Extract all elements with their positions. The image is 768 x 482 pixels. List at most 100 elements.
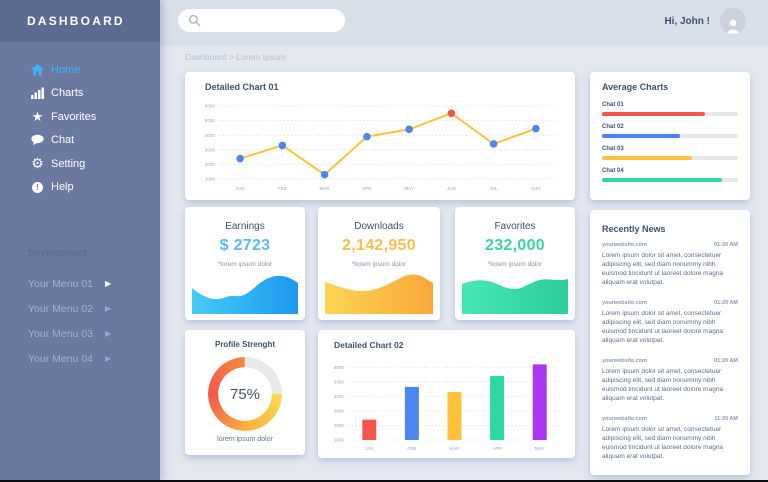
sidebar-nav: Home Charts ★ Favorites Chat ⚙ Setting [0,58,160,199]
news-item[interactable]: yourwebsite.com 01:20 AM Lorem ipsum dol… [602,300,738,345]
sidebar-dev-menu: Your Menu 01 ▶ Your Menu 02 ▶ Your Menu … [0,271,160,371]
sidebar-item-chat[interactable]: Chat [0,129,160,153]
chart-title: Detailed Chart 02 [334,340,403,350]
progress-fill [602,112,705,116]
news-meta: yourwebsite.com 01:20 AM [602,242,738,248]
news-item[interactable]: yourwebsite.com 01:20 AM Lorem ipsum dol… [602,242,738,287]
svg-text:3000: 3000 [334,409,345,414]
user-greeting: Hi, John ! [664,16,710,27]
stat-value: 2,142,950 [318,237,440,255]
chevron-right-icon: ▶ [105,354,111,363]
search-input[interactable] [178,9,345,32]
stat-value: 232,000 [455,237,575,255]
svg-text:APR: APR [492,446,502,451]
home-icon [30,62,45,77]
progress-label: Chat 04 [602,168,738,174]
sidebar-item-favorites[interactable]: ★ Favorites [0,105,160,129]
news-source: yourwebsite.com [602,242,647,248]
progress-group: Chat 03 [602,146,738,160]
svg-text:MAY: MAY [535,446,545,451]
profile-strength-card: Profile Strenght 75% lorem ipsum dolor [185,330,305,455]
stat-value: $ 2723 [185,237,305,255]
news-time: 11:20 AM [714,416,738,422]
app-title: DASHBOARD [27,14,125,28]
news-time: 01:20 AM [714,358,738,364]
sidebar-item-home[interactable]: Home [0,58,160,82]
progress-label: Chat 01 [602,102,738,108]
svg-text:JAN: JAN [236,186,245,191]
dashboard-page: DASHBOARD Home Charts ★ Favorites [0,0,768,482]
sidebar: DASHBOARD Home Charts ★ Favorites [0,0,160,482]
chart-title: Detailed Chart 01 [205,82,279,92]
line-chart: 100020003000400050006000JANFEBMARAPRMAYJ… [193,98,567,194]
svg-text:3000: 3000 [205,147,216,152]
news-source: yourwebsite.com [602,300,647,306]
area-sparkline [462,270,568,314]
sidebar-item-label: Charts [51,87,83,99]
dev-item-label: Your Menu 04 [28,353,93,365]
svg-text:MAY: MAY [404,186,414,191]
news-source: yourwebsite.com [602,358,647,364]
chevron-right-icon: ▶ [105,329,111,338]
svg-text:JUN: JUN [447,186,456,191]
news-meta: yourwebsite.com 11:20 AM [602,416,738,422]
avatar[interactable] [720,8,746,34]
news-item[interactable]: yourwebsite.com 01:20 AM Lorem ipsum dol… [602,358,738,403]
gear-icon: ⚙ [30,156,45,171]
stat-note: *lorem ipsum dolor [455,261,575,268]
svg-text:JAN: JAN [365,446,374,451]
svg-text:6000: 6000 [334,365,345,370]
svg-text:5000: 5000 [205,118,216,123]
sidebar-item-label: Chat [51,134,74,146]
progress-label: Chat 02 [602,124,738,130]
news-meta: yourwebsite.com 01:20 AM [602,300,738,306]
average-charts-card: Average Charts Chat 01 Chat 02 Chat 03 C… [590,72,750,200]
star-icon: ★ [30,109,45,124]
sidebar-item-your-menu-03[interactable]: Your Menu 03 ▶ [0,321,160,346]
stat-title: Earnings [185,221,305,232]
panel-title: Average Charts [602,82,668,92]
sidebar-item-label: Setting [51,158,85,170]
dev-item-label: Your Menu 03 [28,328,93,340]
svg-text:MAR: MAR [320,186,331,191]
chevron-right-icon: ▶ [105,304,111,313]
svg-text:5000: 5000 [334,379,345,384]
svg-text:6000: 6000 [205,104,216,109]
sidebar-item-your-menu-04[interactable]: Your Menu 04 ▶ [0,346,160,371]
svg-text:AUG: AUG [531,186,541,191]
sidebar-item-your-menu-01[interactable]: Your Menu 01 ▶ [0,271,160,296]
progress-track [602,178,738,182]
svg-text:1000: 1000 [205,177,216,182]
sidebar-item-your-menu-02[interactable]: Your Menu 02 ▶ [0,296,160,321]
news-body: Lorem ipsum dolor sit amet, consectetuer… [602,251,738,287]
dev-item-label: Your Menu 02 [28,303,93,315]
progress-label: Chat 03 [602,146,738,152]
news-meta: yourwebsite.com 01:20 AM [602,358,738,364]
progress-fill [602,134,680,138]
stat-card-favorites: Favorites 232,000 *lorem ipsum dolor [455,207,575,320]
dev-item-label: Your Menu 01 [28,278,93,290]
donut-chart: 75% [208,357,282,431]
svg-text:APR: APR [362,186,372,191]
sidebar-item-charts[interactable]: Charts [0,82,160,106]
news-time: 01:20 AM [714,242,738,248]
area-sparkline [325,270,433,314]
donut-percent-label: 75% [208,357,282,431]
stat-title: Downloads [318,221,440,232]
sidebar-item-help[interactable]: ! Help [0,176,160,200]
topbar: Hi, John ! [160,0,768,42]
news-item[interactable]: yourwebsite.com 11:20 AM Lorem ipsum dol… [602,416,738,461]
news-body: Lorem ipsum dolor sit amet, consectetuer… [602,367,738,403]
recently-news-card: Recently News yourwebsite.com 01:20 AM L… [590,210,750,475]
breadcrumb[interactable]: Dashboard > Lorem Ipsum [185,52,286,62]
user-area: Hi, John ! [664,0,746,42]
chevron-right-icon: ▶ [105,279,111,288]
sidebar-item-setting[interactable]: ⚙ Setting [0,152,160,176]
svg-text:4000: 4000 [205,133,216,138]
news-source: yourwebsite.com [602,416,647,422]
progress-group: Chat 01 [602,102,738,116]
progress-fill [602,178,722,182]
chat-bubble-icon [30,133,45,148]
bar-chart-icon [30,86,45,101]
stat-title: Favorites [455,221,575,232]
